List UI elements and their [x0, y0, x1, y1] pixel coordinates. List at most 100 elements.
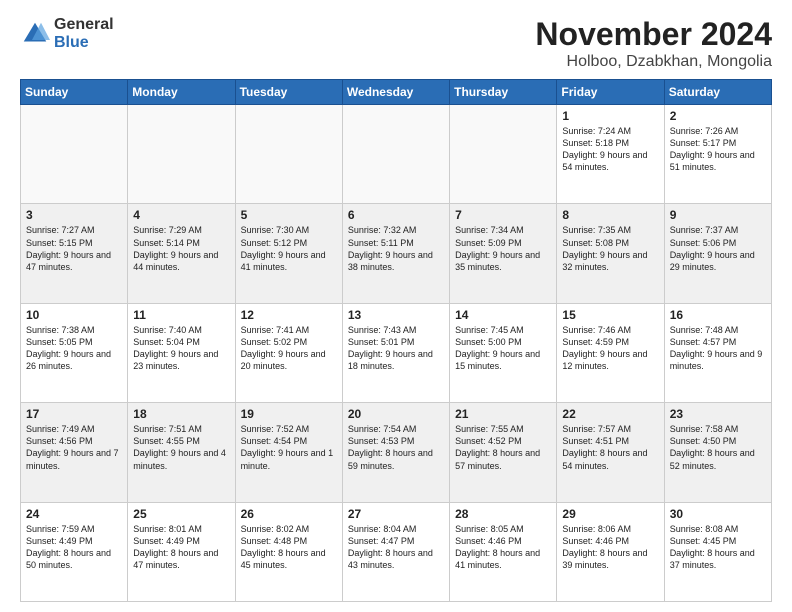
day-info-24: Sunrise: 7:59 AM Sunset: 4:49 PM Dayligh… [26, 523, 122, 572]
cell-w5-d5: 28 Sunrise: 8:05 AM Sunset: 4:46 PM Dayli… [450, 502, 557, 601]
day-info-29: Sunrise: 8:06 AM Sunset: 4:46 PM Dayligh… [562, 523, 658, 572]
day-num-3: 3 [26, 208, 122, 222]
day-num-10: 10 [26, 308, 122, 322]
cell-w1-d3 [235, 105, 342, 204]
week-row-1: 1 Sunrise: 7:24 AM Sunset: 5:18 PM Daylig… [21, 105, 772, 204]
cell-w3-d4: 13 Sunrise: 7:43 AM Sunset: 5:01 PM Dayli… [342, 303, 449, 402]
title-block: November 2024 Holboo, Dzabkhan, Mongolia [535, 16, 772, 71]
cell-w4-d6: 22Sunrise: 7:57 AM Sunset: 4:51 PM Dayli… [557, 403, 664, 502]
cell-w3-d7: 16 Sunrise: 7:48 AM Sunset: 4:57 PM Dayli… [664, 303, 771, 402]
day-num-30: 30 [670, 507, 766, 521]
cell-w1-d4 [342, 105, 449, 204]
col-friday: Friday [557, 80, 664, 105]
col-monday: Monday [128, 80, 235, 105]
day-num-15: 15 [562, 308, 658, 322]
header-row: Sunday Monday Tuesday Wednesday Thursday… [21, 80, 772, 105]
day-num-6: 6 [348, 208, 444, 222]
day-info-2: Sunrise: 7:26 AM Sunset: 5:17 PM Dayligh… [670, 125, 766, 174]
day-num-26: 26 [241, 507, 337, 521]
header: General Blue November 2024 Holboo, Dzabk… [20, 16, 772, 71]
day-num-8: 8 [562, 208, 658, 222]
cell-w1-d1 [21, 105, 128, 204]
col-sunday: Sunday [21, 80, 128, 105]
day-num-14: 14 [455, 308, 551, 322]
col-wednesday: Wednesday [342, 80, 449, 105]
day-info-14: Sunrise: 7:45 AM Sunset: 5:00 PM Dayligh… [455, 324, 551, 373]
cell-w1-d5 [450, 105, 557, 204]
day-num-1: 1 [562, 109, 658, 123]
cell-w2-d4: 6 Sunrise: 7:32 AM Sunset: 5:11 PM Daylig… [342, 204, 449, 303]
cell-w2-d6: 8 Sunrise: 7:35 AM Sunset: 5:08 PM Daylig… [557, 204, 664, 303]
cell-w2-d3: 5 Sunrise: 7:30 AM Sunset: 5:12 PM Daylig… [235, 204, 342, 303]
day-info-13: Sunrise: 7:43 AM Sunset: 5:01 PM Dayligh… [348, 324, 444, 373]
cell-w2-d1: 3 Sunrise: 7:27 AM Sunset: 5:15 PM Daylig… [21, 204, 128, 303]
day-info-27: Sunrise: 8:04 AM Sunset: 4:47 PM Dayligh… [348, 523, 444, 572]
day-num-19: 19 [241, 407, 337, 421]
cell-w3-d2: 11Sunrise: 7:40 AM Sunset: 5:04 PM Dayli… [128, 303, 235, 402]
day-info-22: Sunrise: 7:57 AM Sunset: 4:51 PM Dayligh… [562, 423, 658, 472]
day-info-6: Sunrise: 7:32 AM Sunset: 5:11 PM Dayligh… [348, 224, 444, 273]
day-info-30: Sunrise: 8:08 AM Sunset: 4:45 PM Dayligh… [670, 523, 766, 572]
day-num-27: 27 [348, 507, 444, 521]
day-num-24: 24 [26, 507, 122, 521]
day-num-25: 25 [133, 507, 229, 521]
col-saturday: Saturday [664, 80, 771, 105]
col-thursday: Thursday [450, 80, 557, 105]
cell-w5-d2: 25 Sunrise: 8:01 AM Sunset: 4:49 PM Dayli… [128, 502, 235, 601]
day-num-18: 18 [133, 407, 229, 421]
day-num-5: 5 [241, 208, 337, 222]
cell-w5-d4: 27 Sunrise: 8:04 AM Sunset: 4:47 PM Dayli… [342, 502, 449, 601]
cell-w3-d6: 15 Sunrise: 7:46 AM Sunset: 4:59 PM Dayli… [557, 303, 664, 402]
cell-w2-d5: 7 Sunrise: 7:34 AM Sunset: 5:09 PM Daylig… [450, 204, 557, 303]
week-row-3: 10 Sunrise: 7:38 AM Sunset: 5:05 PM Dayli… [21, 303, 772, 402]
day-info-3: Sunrise: 7:27 AM Sunset: 5:15 PM Dayligh… [26, 224, 122, 273]
day-num-2: 2 [670, 109, 766, 123]
day-num-29: 29 [562, 507, 658, 521]
day-info-25: Sunrise: 8:01 AM Sunset: 4:49 PM Dayligh… [133, 523, 229, 572]
day-num-17: 17 [26, 407, 122, 421]
day-info-4: Sunrise: 7:29 AM Sunset: 5:14 PM Dayligh… [133, 224, 229, 273]
calendar-table: Sunday Monday Tuesday Wednesday Thursday… [20, 79, 772, 602]
day-info-5: Sunrise: 7:30 AM Sunset: 5:12 PM Dayligh… [241, 224, 337, 273]
day-info-23: Sunrise: 7:58 AM Sunset: 4:50 PM Dayligh… [670, 423, 766, 472]
cell-w5-d7: 30 Sunrise: 8:08 AM Sunset: 4:45 PM Dayli… [664, 502, 771, 601]
day-info-7: Sunrise: 7:34 AM Sunset: 5:09 PM Dayligh… [455, 224, 551, 273]
day-num-20: 20 [348, 407, 444, 421]
day-info-10: Sunrise: 7:38 AM Sunset: 5:05 PM Dayligh… [26, 324, 122, 373]
logo: General Blue [20, 16, 114, 51]
cell-w3-d1: 10 Sunrise: 7:38 AM Sunset: 5:05 PM Dayli… [21, 303, 128, 402]
cell-w4-d5: 21Sunrise: 7:55 AM Sunset: 4:52 PM Dayli… [450, 403, 557, 502]
day-num-16: 16 [670, 308, 766, 322]
cell-w5-d3: 26Sunrise: 8:02 AM Sunset: 4:48 PM Dayli… [235, 502, 342, 601]
location: Holboo, Dzabkhan, Mongolia [535, 53, 772, 71]
logo-text: General Blue [54, 16, 114, 51]
calendar: Sunday Monday Tuesday Wednesday Thursday… [20, 79, 772, 602]
day-info-16: Sunrise: 7:48 AM Sunset: 4:57 PM Dayligh… [670, 324, 766, 373]
cell-w4-d1: 17Sunrise: 7:49 AM Sunset: 4:56 PM Dayli… [21, 403, 128, 502]
day-num-13: 13 [348, 308, 444, 322]
month-year: November 2024 [535, 16, 772, 53]
day-info-28: Sunrise: 8:05 AM Sunset: 4:46 PM Dayligh… [455, 523, 551, 572]
day-info-21: Sunrise: 7:55 AM Sunset: 4:52 PM Dayligh… [455, 423, 551, 472]
day-info-8: Sunrise: 7:35 AM Sunset: 5:08 PM Dayligh… [562, 224, 658, 273]
week-row-5: 24 Sunrise: 7:59 AM Sunset: 4:49 PM Dayli… [21, 502, 772, 601]
day-num-7: 7 [455, 208, 551, 222]
day-num-12: 12 [241, 308, 337, 322]
day-num-9: 9 [670, 208, 766, 222]
day-info-12: Sunrise: 7:41 AM Sunset: 5:02 PM Dayligh… [241, 324, 337, 373]
day-num-4: 4 [133, 208, 229, 222]
logo-blue-label: Blue [54, 34, 114, 52]
week-row-4: 17Sunrise: 7:49 AM Sunset: 4:56 PM Dayli… [21, 403, 772, 502]
day-num-23: 23 [670, 407, 766, 421]
day-info-9: Sunrise: 7:37 AM Sunset: 5:06 PM Dayligh… [670, 224, 766, 273]
day-info-15: Sunrise: 7:46 AM Sunset: 4:59 PM Dayligh… [562, 324, 658, 373]
cell-w1-d7: 2 Sunrise: 7:26 AM Sunset: 5:17 PM Daylig… [664, 105, 771, 204]
calendar-header: Sunday Monday Tuesday Wednesday Thursday… [21, 80, 772, 105]
cell-w2-d7: 9 Sunrise: 7:37 AM Sunset: 5:06 PM Daylig… [664, 204, 771, 303]
cell-w3-d3: 12 Sunrise: 7:41 AM Sunset: 5:02 PM Dayli… [235, 303, 342, 402]
day-num-11: 11 [133, 308, 229, 322]
day-info-1: Sunrise: 7:24 AM Sunset: 5:18 PM Dayligh… [562, 125, 658, 174]
day-num-28: 28 [455, 507, 551, 521]
calendar-body: 1 Sunrise: 7:24 AM Sunset: 5:18 PM Daylig… [21, 105, 772, 602]
cell-w4-d7: 23 Sunrise: 7:58 AM Sunset: 4:50 PM Dayli… [664, 403, 771, 502]
